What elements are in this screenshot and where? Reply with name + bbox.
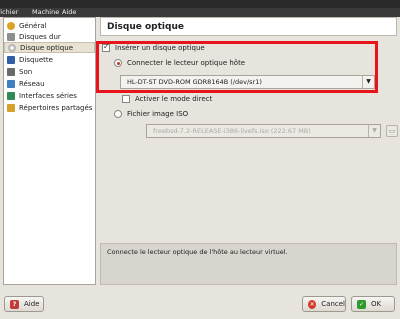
dialog-button-bar: ? Aide ✕ Cancel ✓ OK: [0, 290, 400, 319]
floppy-icon: [7, 55, 15, 64]
sidebar-item-label: Interfaces séries: [19, 91, 77, 100]
settings-sidebar: Général Disques dur Disque optique Disqu…: [3, 17, 96, 285]
page-title: Disque optique: [100, 17, 397, 36]
gear-icon: [7, 21, 15, 30]
menu-machine[interactable]: Machine: [32, 8, 59, 17]
sidebar-item-label: Réseau: [19, 79, 45, 88]
menu-file[interactable]: Fichier: [0, 8, 18, 17]
sidebar-item-label: Général: [19, 21, 47, 30]
iso-file-label: Fichier image ISO: [127, 110, 189, 118]
cancel-icon: ✕: [308, 299, 317, 309]
sidebar-item-serial-ports[interactable]: Interfaces séries: [4, 90, 95, 101]
help-icon: ?: [10, 299, 19, 309]
sidebar-item-label: Disque optique: [20, 43, 73, 52]
speaker-icon: [7, 67, 15, 76]
sidebar-item-sound[interactable]: Son: [4, 66, 95, 77]
sidebar-item-network[interactable]: Réseau: [4, 78, 95, 89]
window-titlebar: [0, 0, 400, 8]
sidebar-item-label: Répertoires partagés: [19, 103, 93, 112]
help-button-label: Aide: [24, 300, 40, 308]
passthrough-checkbox[interactable]: [122, 95, 130, 103]
sidebar-item-shared-folders[interactable]: Répertoires partagés: [4, 102, 95, 113]
serial-port-icon: [7, 91, 15, 100]
ok-icon: ✓: [357, 299, 366, 309]
sidebar-item-optical-disk[interactable]: Disque optique: [4, 42, 95, 53]
iso-file-row[interactable]: Fichier image ISO: [114, 110, 188, 118]
cancel-button[interactable]: ✕ Cancel: [302, 296, 346, 312]
annotation-highlight-box: [96, 41, 378, 93]
folder-icon: ▭: [388, 127, 396, 135]
passthrough-label: Activer le mode direct: [135, 95, 213, 103]
sidebar-item-label: Disques dur: [19, 32, 61, 41]
sidebar-item-floppy[interactable]: Disquette: [4, 54, 95, 65]
help-button[interactable]: ? Aide: [4, 296, 44, 312]
menu-help[interactable]: Aide: [62, 8, 76, 17]
ok-button-label: OK: [371, 300, 382, 308]
shared-folder-icon: [7, 103, 15, 112]
iso-file-radio[interactable]: [114, 110, 122, 118]
cancel-button-label: Cancel: [321, 300, 345, 308]
sidebar-item-hard-disks[interactable]: Disques dur: [4, 31, 95, 42]
ok-button[interactable]: ✓ OK: [351, 296, 395, 312]
chevron-down-icon: ▼: [368, 125, 380, 137]
sidebar-item-general[interactable]: Général: [4, 20, 95, 31]
sidebar-item-label: Disquette: [19, 55, 53, 64]
menu-bar: Fichier Machine Aide: [0, 8, 400, 17]
iso-file-select[interactable]: freebsd-7.2-RELEASE-i386-livefs.iso (222…: [146, 124, 381, 138]
iso-file-value: freebsd-7.2-RELEASE-i386-livefs.iso (222…: [153, 127, 311, 135]
network-icon: [7, 79, 15, 88]
description-box: Connecte le lecteur optique de l'hôte au…: [100, 243, 397, 285]
browse-folder-button[interactable]: ▭: [386, 125, 398, 137]
sidebar-item-label: Son: [19, 67, 33, 76]
optical-disc-icon: [8, 43, 16, 52]
passthrough-row[interactable]: Activer le mode direct: [122, 95, 212, 103]
hard-disk-icon: [7, 32, 15, 41]
